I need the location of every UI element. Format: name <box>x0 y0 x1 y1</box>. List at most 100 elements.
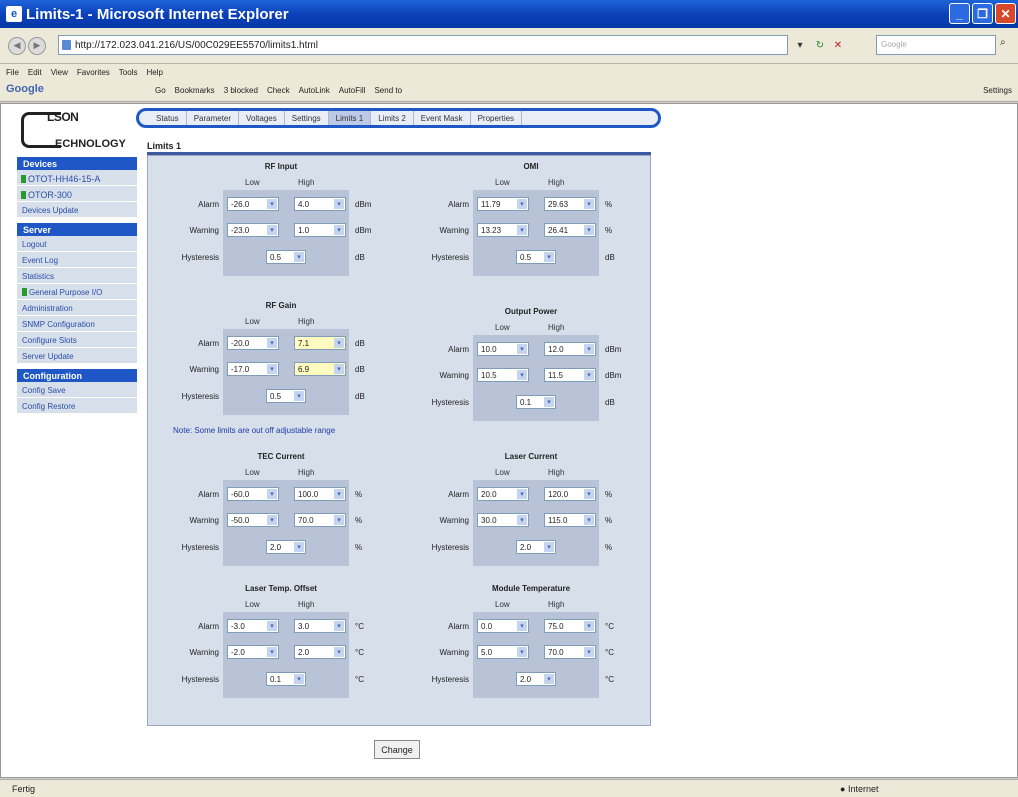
sidebar-item-snmp[interactable]: SNMP Configuration <box>17 316 137 332</box>
menu-help[interactable]: Help <box>146 68 162 77</box>
warning-low-select[interactable]: -23.0 ▾ <box>227 223 279 237</box>
dropdown-arrow-icon: ▾ <box>584 515 594 525</box>
sidebar-item-config-save[interactable]: Config Save <box>17 382 137 398</box>
spell-check-button[interactable]: Check <box>267 86 290 95</box>
stop-icon[interactable]: ✕ <box>830 37 846 53</box>
sidebar-item-event-log[interactable]: Event Log <box>17 252 137 268</box>
change-button[interactable]: Change <box>374 740 420 759</box>
hysteresis-select[interactable]: 0.5 ▾ <box>266 250 306 264</box>
search-icon[interactable]: ⌕ <box>1000 37 1014 53</box>
sidebar-item-statistics[interactable]: Statistics <box>17 268 137 284</box>
warning-label: Warning <box>439 516 470 525</box>
address-dropdown-icon[interactable]: ▾ <box>792 37 808 53</box>
close-button[interactable]: ✕ <box>995 3 1016 24</box>
alarm-low-select[interactable]: 10.0 ▾ <box>477 342 529 356</box>
warning-low-select[interactable]: -50.0 ▾ <box>227 513 279 527</box>
refresh-icon[interactable]: ↻ <box>812 37 828 53</box>
forward-button[interactable]: ▶ <box>28 36 46 55</box>
alarm-high-select[interactable]: 100.0 ▾ <box>294 487 346 501</box>
warning-low-select[interactable]: -17.0 ▾ <box>227 362 279 376</box>
warning-low-select[interactable]: 30.0 ▾ <box>477 513 529 527</box>
alarm-low-select[interactable]: 11.79 ▾ <box>477 197 529 211</box>
sidebar-item-gpio[interactable]: General Purpose I/O <box>17 284 137 300</box>
tab-status[interactable]: Status <box>149 111 187 125</box>
alarm-high-select[interactable]: 29.63 ▾ <box>544 197 596 211</box>
hysteresis-select[interactable]: 0.5 ▾ <box>516 250 556 264</box>
warning-high-select[interactable]: 6.9 ▾ <box>294 362 346 376</box>
menu-file[interactable]: File <box>6 68 19 77</box>
dropdown-arrow-icon: ▾ <box>517 515 527 525</box>
hysteresis-select[interactable]: 2.0 ▾ <box>516 672 556 686</box>
google-logo[interactable]: Google <box>6 83 44 95</box>
alarm-low-select[interactable]: -26.0 ▾ <box>227 197 279 211</box>
warning-high-select[interactable]: 70.0 ▾ <box>294 513 346 527</box>
warning-high-select[interactable]: 70.0 ▾ <box>544 645 596 659</box>
hysteresis-select[interactable]: 0.1 ▾ <box>266 672 306 686</box>
hysteresis-select[interactable]: 0.1 ▾ <box>516 395 556 409</box>
warning-high-select[interactable]: 2.0 ▾ <box>294 645 346 659</box>
hysteresis-select[interactable]: 0.5 ▾ <box>266 389 306 403</box>
sidebar-item-configure-slots[interactable]: Configure Slots <box>17 332 137 348</box>
warning-high-select[interactable]: 26.41 ▾ <box>544 223 596 237</box>
tab-limits-1[interactable]: Limits 1 <box>328 111 372 125</box>
warning-high-select[interactable]: 115.0 ▾ <box>544 513 596 527</box>
google-go-button[interactable]: Go <box>155 86 166 95</box>
warning-low-select[interactable]: -2.0 ▾ <box>227 645 279 659</box>
menu-view[interactable]: View <box>51 68 68 77</box>
autolink-button[interactable]: AutoLink <box>299 86 330 95</box>
hysteresis-label: Hysteresis <box>181 253 219 262</box>
alarm-low-select[interactable]: -3.0 ▾ <box>227 619 279 633</box>
hysteresis-unit: dB <box>605 398 615 407</box>
tab-limits-2[interactable]: Limits 2 <box>371 111 414 125</box>
hysteresis-label: Hysteresis <box>181 675 219 684</box>
maximize-button[interactable]: ❐ <box>972 3 993 24</box>
address-input[interactable]: http://172.023.041.216/US/00C029EE5570/l… <box>58 35 788 55</box>
warning-high-select[interactable]: 1.0 ▾ <box>294 223 346 237</box>
warning-low-select[interactable]: 5.0 ▾ <box>477 645 529 659</box>
hysteresis-select[interactable]: 2.0 ▾ <box>516 540 556 554</box>
sidebar-item-logout[interactable]: Logout <box>17 236 137 252</box>
dropdown-arrow-icon: ▾ <box>584 225 594 235</box>
tab-event-mask[interactable]: Event Mask <box>414 111 471 125</box>
alarm-low-select[interactable]: 0.0 ▾ <box>477 619 529 633</box>
warning-low-select[interactable]: 13.23 ▾ <box>477 223 529 237</box>
sidebar-device[interactable]: OTOR-300 <box>17 186 137 202</box>
sidebar-item-devices-update[interactable]: Devices Update <box>17 202 137 218</box>
warning-low-select[interactable]: 10.5 ▾ <box>477 368 529 382</box>
alarm-low-select[interactable]: -20.0 ▾ <box>227 336 279 350</box>
sidebar-item-server-update[interactable]: Server Update <box>17 348 137 364</box>
tab-settings[interactable]: Settings <box>285 111 329 125</box>
minimize-button[interactable]: _ <box>949 3 970 24</box>
tab-voltages[interactable]: Voltages <box>239 111 285 125</box>
alarm-high-select[interactable]: 12.0 ▾ <box>544 342 596 356</box>
menu-favorites[interactable]: Favorites <box>77 68 110 77</box>
alarm-low-select[interactable]: 20.0 ▾ <box>477 487 529 501</box>
send-to-button[interactable]: Send to <box>374 86 402 95</box>
menu-tools[interactable]: Tools <box>119 68 138 77</box>
menu-edit[interactable]: Edit <box>28 68 42 77</box>
hysteresis-unit: °C <box>355 675 364 684</box>
search-input[interactable]: Google <box>876 35 996 55</box>
sidebar-item-administration[interactable]: Administration <box>17 300 137 316</box>
bookmarks-button[interactable]: Bookmarks <box>175 86 215 95</box>
tab-parameter[interactable]: Parameter <box>187 111 240 125</box>
popup-blocked-button[interactable]: 3 blocked <box>224 86 258 95</box>
alarm-high-select[interactable]: 75.0 ▾ <box>544 619 596 633</box>
warning-unit: % <box>355 516 363 525</box>
google-settings-button[interactable]: Settings <box>983 86 1012 95</box>
alarm-label: Alarm <box>448 490 469 499</box>
sidebar-item-config-restore[interactable]: Config Restore <box>17 398 137 414</box>
alarm-low-select[interactable]: -60.0 ▾ <box>227 487 279 501</box>
alarm-high-select[interactable]: 120.0 ▾ <box>544 487 596 501</box>
back-button[interactable]: ◀ <box>8 36 26 55</box>
autofill-button[interactable]: AutoFill <box>339 86 366 95</box>
hysteresis-select[interactable]: 2.0 ▾ <box>266 540 306 554</box>
alarm-unit: % <box>355 490 363 499</box>
alarm-high-select[interactable]: 4.0 ▾ <box>294 197 346 211</box>
low-header: Low <box>245 600 260 609</box>
alarm-high-select[interactable]: 3.0 ▾ <box>294 619 346 633</box>
sidebar-device[interactable]: OTOT-HH46-15-A <box>17 170 137 186</box>
warning-high-select[interactable]: 11.5 ▾ <box>544 368 596 382</box>
tab-properties[interactable]: Properties <box>471 111 523 125</box>
alarm-high-select[interactable]: 7.1 ▾ <box>294 336 346 350</box>
